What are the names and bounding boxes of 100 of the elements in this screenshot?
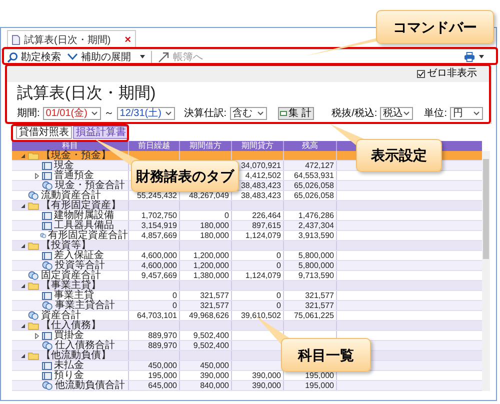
account-name: 流動資産合計 — [41, 190, 101, 200]
report-tab[interactable]: 貸借対照表 — [16, 126, 72, 139]
table-row[interactable]: 有形固定資産合計 4,857,669 180,000 1,124,079 3,913,590 — [12, 231, 482, 241]
chevron-down-icon — [164, 111, 172, 116]
tax-select[interactable]: 税込 — [380, 107, 414, 120]
table-row[interactable]: 資産合計 64,703,101 49,968,626 39,610,502 75,061,225 — [12, 311, 482, 321]
account-name: 預り金 — [54, 370, 84, 380]
callout-tooltip: 科目一覧 — [281, 338, 371, 372]
chevron-down-icon — [90, 111, 98, 116]
account-name: 【現金・預金】 — [41, 150, 111, 160]
account-name: 事業主貸 — [54, 290, 94, 300]
aggregate-button[interactable]: 集 計 — [278, 107, 314, 120]
chevron-down-icon — [256, 111, 264, 116]
closing-select[interactable]: 含む — [230, 107, 267, 120]
amount-cell: 0 — [276, 290, 281, 300]
amount-cell: 180,000 — [200, 220, 229, 230]
amount-cell: 9,457,669 — [141, 270, 177, 280]
table-row[interactable]: 固定資産合計 9,457,669 1,380,000 1,124,079 9,713,590 — [12, 271, 482, 281]
amount-cell: 195,000 — [148, 370, 177, 380]
close-button[interactable]: × — [124, 34, 132, 46]
callout-tooltip: コマンドバー — [376, 10, 494, 44]
command-button[interactable]: 勘定検索 — [7, 52, 61, 62]
table-row[interactable]: 預り金 195,000 390,000 390,000 195,000 — [12, 371, 482, 381]
chevron-down-icon — [403, 111, 410, 116]
table-row[interactable]: 【事業主貸】 — [12, 281, 482, 291]
search-icon — [7, 52, 18, 62]
coins-icon — [28, 311, 39, 320]
coins-icon — [28, 271, 39, 280]
amount-cell: 1,124,079 — [245, 230, 281, 240]
amount-cell: 226,464 — [252, 210, 281, 220]
collapsed-triangle-icon[interactable] — [34, 332, 40, 338]
expanded-triangle-icon[interactable] — [20, 322, 26, 328]
ledger-icon — [42, 332, 52, 340]
start-date-field[interactable]: 01/01(金) — [42, 107, 101, 120]
scrollbar[interactable] — [482, 151, 490, 391]
amount-cell: 0 — [172, 290, 177, 300]
account-name: 現金 — [54, 160, 74, 170]
amount-cell: 889,970 — [148, 330, 177, 340]
coins-icon — [42, 381, 53, 390]
end-date-field[interactable]: 12/31(土) — [116, 107, 175, 120]
table-row[interactable]: 【投資等】 — [12, 241, 482, 251]
amount-cell: 390,000 — [252, 370, 281, 380]
table-row[interactable]: 投資等合計 4,600,000 1,200,000 0 5,800,000 — [12, 261, 482, 271]
expanded-triangle-icon[interactable] — [20, 352, 26, 358]
amount-cell: 9,713,590 — [298, 270, 334, 280]
report-title: 試算表(日次・期間) — [17, 85, 157, 103]
account-name: 【他流動負債】 — [41, 350, 111, 360]
amount-cell: 390,000 — [200, 370, 229, 380]
table-row[interactable]: 工具器具備品 3,154,919 180,000 897,615 2,437,304 — [12, 221, 482, 231]
ledger-icon — [42, 222, 52, 230]
table-row[interactable]: 【有形固定資産】 — [12, 201, 482, 211]
expanded-triangle-icon[interactable] — [20, 282, 26, 288]
callout-tooltip: 表示設定 — [356, 139, 442, 172]
account-name: 差入保証金 — [54, 250, 104, 260]
amount-cell: 65,026,058 — [294, 180, 334, 190]
unit-select[interactable]: 円 — [450, 107, 483, 120]
report-tab[interactable]: 損益計算書 — [73, 126, 129, 139]
coins-icon — [42, 261, 53, 270]
sheet-icon — [280, 111, 287, 116]
dropdown-caret-icon — [140, 55, 145, 59]
amount-cell: 390,000 — [252, 380, 281, 390]
amount-cell: 645,000 — [148, 380, 177, 390]
amount-cell: 65,026,058 — [294, 190, 334, 200]
scrollbar-thumb[interactable] — [483, 159, 489, 259]
table-row[interactable]: 事業主貸合計 0 321,577 0 321,577 — [12, 301, 482, 311]
ledger-icon — [42, 292, 52, 300]
account-name: 建物附属設備 — [54, 210, 114, 220]
account-name: 【投資等】 — [41, 240, 91, 250]
table-row[interactable]: 【仕入債務】 — [12, 321, 482, 331]
coins-icon — [42, 181, 53, 190]
collapsed-triangle-icon[interactable] — [34, 172, 40, 178]
amount-cell: 75,061,225 — [294, 310, 334, 320]
closing-label: 決算仕訳: — [184, 108, 227, 119]
table-row[interactable]: 事業主貸 0 321,577 0 321,577 — [12, 291, 482, 301]
expanded-triangle-icon[interactable] — [20, 202, 26, 208]
amount-cell: 9,502,400 — [193, 330, 229, 340]
table-row[interactable]: 他流動負債合計 645,000 840,000 390,000 195,000 — [12, 381, 482, 391]
table-row[interactable]: 流動資産合計 55,245,432 48,267,049 38,483,423 65,026,058 — [12, 191, 482, 201]
command-button[interactable]: 補助の展開 — [67, 52, 145, 62]
print-button[interactable] — [464, 52, 484, 62]
checkbox-label: ゼロ非表示 — [427, 68, 477, 79]
table-row[interactable]: 買掛金 889,970 9,502,400 — [12, 331, 482, 341]
expanded-triangle-icon[interactable] — [20, 242, 26, 248]
expanded-triangle-icon[interactable] — [20, 152, 26, 158]
table-row[interactable]: 建物附属設備 1,702,750 0 226,464 1,476,286 — [12, 211, 482, 221]
amount-cell: 1,124,079 — [245, 270, 281, 280]
zero-hide-checkbox[interactable] — [417, 70, 425, 78]
amount-cell: 39,610,502 — [240, 310, 281, 320]
account-name: 資産合計 — [41, 310, 81, 320]
account-name: 事業主貸合計 — [55, 300, 115, 310]
account-name: 仕入債務合計 — [55, 340, 115, 350]
amount-cell: 3,913,590 — [298, 230, 334, 240]
amount-cell: 1,200,000 — [193, 250, 229, 260]
chevron-down-icon — [473, 111, 480, 116]
table-row[interactable]: 差入保証金 4,600,000 1,200,000 0 5,800,000 — [12, 251, 482, 261]
callout-tooltip: 財務諸表のタブ — [131, 160, 239, 192]
amount-cell: 321,577 — [200, 290, 229, 300]
tax-label: 税抜/税込: — [332, 108, 378, 119]
amount-cell: 321,577 — [200, 300, 229, 310]
amount-cell: 49,968,626 — [188, 310, 229, 320]
